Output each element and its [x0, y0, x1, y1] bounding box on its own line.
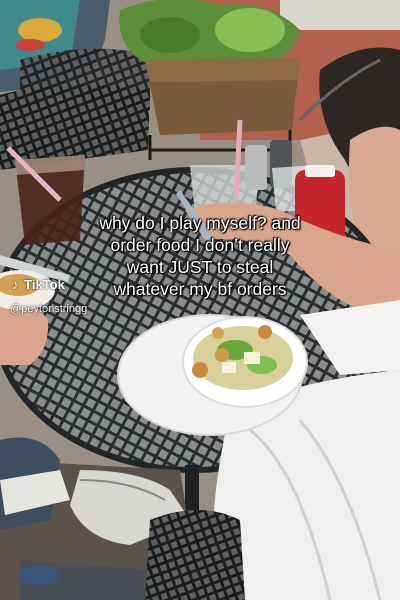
crouton: [192, 362, 208, 378]
watermark-username: @peytonstringg: [10, 303, 88, 315]
caption-overlay: why do I play myself? and order food I d…: [50, 212, 350, 300]
crouton: [215, 348, 229, 362]
caption-line: whatever my bf orders: [113, 279, 287, 299]
tiktok-note-icon: ♪: [12, 277, 19, 292]
crouton: [212, 327, 224, 339]
photo-frame: why do I play myself? and order food I d…: [0, 0, 400, 600]
chair-lower: [145, 510, 245, 600]
tiktok-watermark: ♪ TikTok: [12, 277, 65, 292]
chair-right: [20, 48, 150, 120]
caption-line: order food I don’t really: [110, 235, 290, 255]
caption-line: why do I play myself? and: [99, 213, 301, 233]
salt-shaker: [245, 145, 267, 190]
crouton: [258, 325, 272, 339]
tiktok-logo-text: TikTok: [24, 277, 65, 292]
curb: [280, 0, 400, 30]
caption-line: want JUST to steal: [126, 257, 274, 277]
photo-scene: [0, 0, 400, 600]
